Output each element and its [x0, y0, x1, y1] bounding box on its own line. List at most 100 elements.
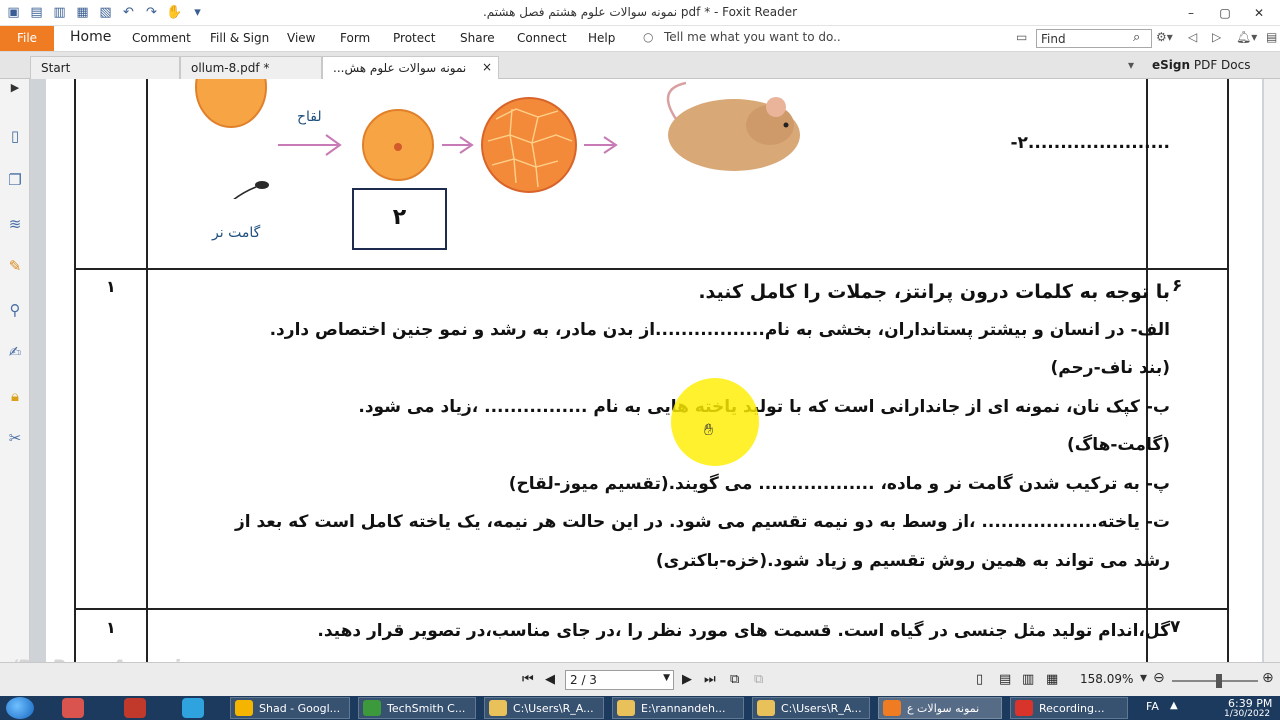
signature-icon[interactable]: ✍ [4, 343, 26, 365]
foxit-icon [883, 700, 901, 716]
comments-icon[interactable]: ✎ [4, 257, 26, 279]
q6-score: ۱ [106, 277, 116, 296]
taskbar-explorer-2[interactable]: E:\rannandeh... [612, 697, 744, 719]
taskbar-explorer-1[interactable]: C:\Users\R_A... [484, 697, 604, 719]
male-gamete-head [255, 181, 269, 189]
tab-connect[interactable]: Connect [517, 31, 567, 45]
settings-gear-icon[interactable]: ⚙▾ [1156, 30, 1173, 44]
taskbar-recording-label: Recording... [1039, 702, 1105, 715]
techsmith-icon [363, 700, 381, 716]
tell-me-search[interactable]: Tell me what you want to do.. [664, 30, 841, 44]
last-page-icon[interactable]: ⏭ [704, 672, 716, 687]
ribbon-collapse-icon[interactable]: ▤ [1266, 30, 1277, 44]
tools-icon[interactable]: ✂ [4, 429, 26, 451]
lightbulb-icon: ○ [643, 30, 654, 44]
pages-icon[interactable]: ❐ [4, 171, 26, 193]
close-window-button[interactable]: ✕ [1242, 2, 1276, 24]
q6-line-alef: الف- در انسان و بیشتر پستانداران، بخشی ب… [269, 320, 1170, 340]
row-divider-7 [74, 608, 1229, 610]
chrome-icon [235, 700, 253, 716]
taskbar-explorer-3-label: C:\Users\R_A... [781, 702, 862, 715]
hand-cursor-icon: ✋︎ [704, 420, 714, 439]
clock-date[interactable]: 1/30/2022 [1224, 709, 1270, 719]
tab-share[interactable]: Share [460, 31, 495, 45]
tab-list-dropdown-icon[interactable]: ▾ [1128, 58, 1134, 72]
q6-line-pe: پ- به ترکیب شدن گامت نر و ماده، ........… [508, 474, 1170, 494]
zoom-level[interactable]: 158.09% [1080, 672, 1133, 686]
minimize-button[interactable]: – [1174, 2, 1208, 24]
start-button[interactable] [6, 697, 34, 719]
zoom-slider[interactable] [1172, 680, 1258, 682]
file-tab[interactable]: File [0, 26, 54, 51]
esign-panel-tab[interactable]: eSign PDF Docs [1152, 58, 1250, 72]
previous-view-icon[interactable]: ⧉ [730, 672, 739, 687]
attachments-icon[interactable]: ⚲ [4, 301, 26, 323]
next-page-icon[interactable]: ▶ [682, 672, 692, 687]
security-lock-icon[interactable]: 🔒︎ [4, 387, 26, 409]
single-page-view-icon[interactable]: ▯ [976, 672, 983, 687]
taskbar-foxit[interactable]: نمونه سوالات ع [878, 697, 1002, 719]
tab-view[interactable]: View [287, 31, 315, 45]
continuous-view-icon[interactable]: ▤ [999, 672, 1011, 687]
first-page-icon[interactable]: ⏮ [522, 672, 534, 687]
table-border-right [1227, 79, 1229, 662]
bookmarks-icon[interactable]: ▯ [4, 127, 26, 149]
taskbar-chrome-label: Shad - Googl... [259, 702, 341, 715]
esign-docs-label: PDF Docs [1190, 58, 1251, 72]
zoom-slider-thumb[interactable] [1216, 674, 1222, 688]
expand-panel-icon[interactable]: ▶ [4, 81, 26, 103]
bell-icon[interactable]: 🔔︎▾ [1236, 30, 1257, 44]
tab-help[interactable]: Help [588, 31, 615, 45]
vertical-scrollbar[interactable] [1264, 79, 1280, 662]
layers-icon[interactable]: ≋ [4, 215, 26, 237]
mouse-ear [766, 97, 786, 117]
tab-start[interactable]: Start [30, 56, 180, 79]
reproduction-diagram [195, 79, 800, 199]
taskbar-chrome[interactable]: Shad - Googl... [230, 697, 350, 719]
prev-page-icon[interactable]: ◀ [545, 672, 555, 687]
next-view-icon[interactable]: ⧉ [754, 672, 763, 687]
back-nav-icon[interactable]: ◁ [1188, 30, 1197, 44]
tab-form[interactable]: Form [340, 31, 370, 45]
tab-protect[interactable]: Protect [393, 31, 435, 45]
zoom-dropdown-icon[interactable]: ▾ [1140, 670, 1147, 686]
folder-icon [757, 700, 775, 716]
table-border-score [146, 79, 148, 662]
taskbar-foxit-label: نمونه سوالات ع [907, 702, 980, 715]
tab-fill-sign[interactable]: Fill & Sign [210, 31, 269, 45]
taskbar-explorer-1-label: C:\Users\R_A... [513, 702, 594, 715]
zoom-out-icon[interactable]: ⊖ [1153, 670, 1165, 686]
window-controls: – ▢ ✕ [1174, 2, 1276, 24]
page-dropdown-icon[interactable]: ▼ [663, 673, 670, 683]
search-icon[interactable]: ⌕ [1133, 30, 1140, 45]
tab-home[interactable]: Home [70, 29, 111, 45]
cursor-highlight [671, 378, 759, 466]
matlab-icon[interactable] [62, 698, 84, 718]
tab-active-doc-label: ...نمونه سوالات علوم هش [333, 61, 467, 75]
facing-view-icon[interactable]: ▥ [1022, 672, 1034, 687]
folder-icon [617, 700, 635, 716]
esign-label: eSign [1152, 58, 1191, 72]
fertilization-label: لقاح [297, 109, 322, 125]
maximize-button[interactable]: ▢ [1208, 2, 1242, 24]
pdf-app-icon[interactable] [124, 698, 146, 718]
telegram-icon[interactable] [182, 698, 204, 718]
taskbar-explorer-3[interactable]: C:\Users\R_A... [752, 697, 870, 719]
zoom-in-icon[interactable]: ⊕ [1262, 670, 1274, 686]
tray-arrow-icon[interactable]: ▲ [1170, 700, 1178, 711]
language-indicator[interactable]: FA [1146, 700, 1159, 713]
taskbar-techsmith[interactable]: TechSmith C... [358, 697, 476, 719]
forward-nav-icon[interactable]: ▷ [1212, 30, 1221, 44]
page-number-input[interactable]: 2 / 3 ▼ [565, 670, 674, 690]
pdf-page: لقاح گامت نر ۲ ......................۲- … [46, 79, 1262, 662]
q5-blank-line: ......................۲- [1010, 133, 1170, 153]
continuous-facing-view-icon[interactable]: ▦ [1046, 672, 1058, 687]
close-tab-icon[interactable]: × [482, 60, 492, 74]
find-folder-icon[interactable]: ▭ [1016, 30, 1027, 44]
window-title: .نمونه سوالات علوم هشتم فصل هشتم pdf * -… [482, 5, 798, 19]
tab-active-doc[interactable]: ...نمونه سوالات علوم هش × [322, 56, 499, 79]
tab-ollum8[interactable]: ollum-8.pdf * [180, 56, 322, 79]
taskbar-recording[interactable]: Recording... [1010, 697, 1128, 719]
q6-number: ۶ [1172, 276, 1183, 296]
tab-comment[interactable]: Comment [132, 31, 191, 45]
